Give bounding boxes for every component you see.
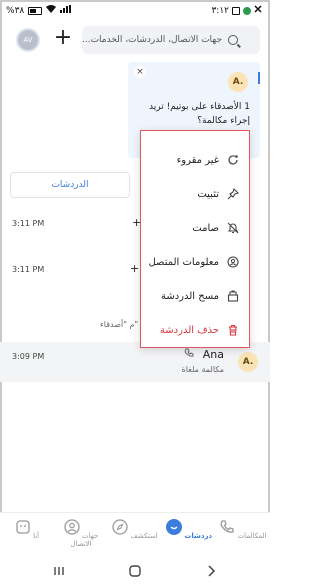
nav-calls[interactable]: المكالمات <box>218 519 268 540</box>
compass-icon <box>112 519 128 535</box>
chat-name: Ana <box>202 348 224 361</box>
top-bar: AV + جهات الاتصال، الدردشات، الخدمات... <box>0 26 270 56</box>
tab-chats-label: الدردشات <box>51 180 89 190</box>
menu-item-contact-info[interactable]: معلومات المتصل <box>141 245 249 279</box>
contact-info-icon <box>227 256 239 268</box>
menu-item-label: معلومات المتصل <box>148 256 219 268</box>
chat-subtitle: مكالمة ملغاة <box>181 365 224 374</box>
gallery-notification-icon <box>232 6 240 15</box>
tab-chats[interactable]: الدردشات <box>10 172 130 198</box>
menu-item-label: صامت <box>192 222 219 234</box>
menu-item-pin[interactable]: تثبيت <box>141 177 249 211</box>
contacts-icon <box>64 519 80 535</box>
profile-icon <box>16 520 30 534</box>
call-icon <box>184 348 194 361</box>
nav-chats[interactable]: دردشات <box>164 519 214 540</box>
chat-item-ana[interactable]: 3:09 PM Ana مكالمة ملغاة A. <box>0 342 270 382</box>
wifi-icon <box>46 5 57 16</box>
chat-time: 3:09 PM <box>12 352 45 361</box>
banner-message: 1 الأصدقاء على بوتيم! تريد إجراء مكالمة؟ <box>149 102 250 126</box>
bottom-navigation: المكالمات دردشات استكشف جهات الاتصال أنا <box>0 512 270 558</box>
close-notification-icon <box>254 5 262 16</box>
status-bar: %٣٨ ٣:١٢ <box>0 0 270 22</box>
chat-avatar: A. <box>238 352 258 372</box>
nav-contacts[interactable]: جهات الاتصال <box>56 519 106 548</box>
pin-icon <box>227 188 239 200</box>
nav-label: استكشف <box>130 532 158 540</box>
chat-row-time: 3:11 PM <box>12 219 45 228</box>
profile-avatar[interactable]: AV <box>16 28 40 52</box>
mute-bell-icon <box>227 222 239 234</box>
battery-icon <box>28 6 43 15</box>
nav-explore[interactable]: استكشف <box>110 519 160 540</box>
clear-chat-icon <box>227 290 239 302</box>
search-input[interactable]: جهات الاتصال، الدردشات، الخدمات... <box>82 26 260 54</box>
signal-icon <box>60 5 74 16</box>
menu-item-clear-chat[interactable]: مسح الدردشة <box>141 279 249 313</box>
close-banner-button[interactable]: × <box>134 66 146 78</box>
mark-unread-icon <box>228 155 238 165</box>
back-icon[interactable] <box>204 564 218 578</box>
search-placeholder: جهات الاتصال، الدردشات، الخدمات... <box>82 35 223 45</box>
nav-label: أنا <box>33 532 40 540</box>
nav-label: المكالمات <box>237 532 267 540</box>
menu-item-label: غير مقروء <box>176 154 219 166</box>
chat-bubble-icon <box>165 519 182 535</box>
menu-item-label: تثبيت <box>197 188 219 200</box>
status-right: ٣:١٢ <box>211 5 262 16</box>
chat-context-menu: غير مقروء تثبيت صامت معلومات المتصل مسح … <box>140 130 250 348</box>
battery-percent: %٣٨ <box>6 5 25 16</box>
banner-accent-bar <box>258 72 260 84</box>
menu-item-mute[interactable]: صامت <box>141 211 249 245</box>
nav-label: دردشات <box>184 532 213 540</box>
home-icon[interactable] <box>128 564 142 578</box>
menu-item-label: مسح الدردشة <box>160 290 219 302</box>
recent-apps-icon[interactable] <box>52 564 66 578</box>
menu-item-mark-unread[interactable]: غير مقروء <box>141 143 249 177</box>
new-chat-button[interactable]: + <box>52 27 74 50</box>
chat-row-fragment: م "أصدقاء" <box>100 320 139 329</box>
app-notification-icon <box>243 6 251 15</box>
system-navigation <box>0 558 270 585</box>
banner-avatar: A. <box>228 72 248 92</box>
menu-item-label: حذف الدردشة <box>159 324 219 336</box>
nav-me[interactable]: أنا <box>2 519 52 540</box>
menu-item-delete-chat[interactable]: حذف الدردشة <box>141 313 249 347</box>
status-time: ٣:١٢ <box>211 5 229 16</box>
trash-icon <box>229 324 237 336</box>
phone-icon <box>220 520 235 533</box>
search-icon <box>228 35 239 45</box>
chat-row-time: 3:11 PM <box>12 265 45 274</box>
status-left: %٣٨ <box>6 5 74 16</box>
